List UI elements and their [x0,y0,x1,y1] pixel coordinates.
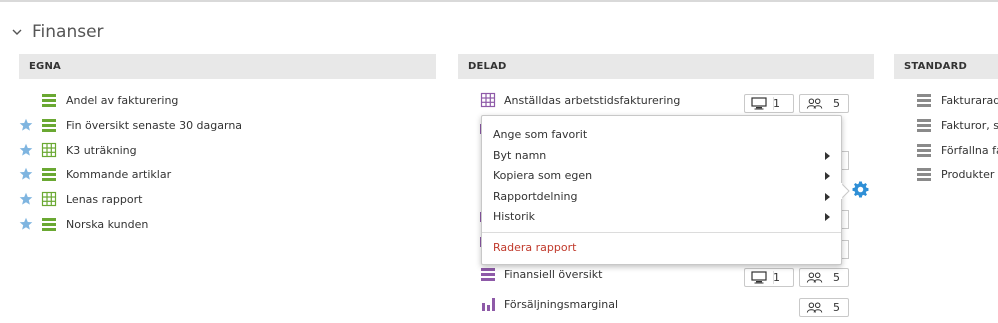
column-header-egna: EGNA [19,54,436,79]
report-item[interactable]: Fakturor, se [894,115,998,135]
star-icon[interactable] [19,217,33,231]
menu-item-label: Rapportdelning [493,190,578,203]
menu-item-history[interactable]: Historik [482,207,841,227]
bars-report-icon [481,268,495,281]
report-label: Förfallna fa [941,143,998,157]
menu-item-label: Kopiera som egen [493,169,593,182]
report-item[interactable]: Kommande artiklar [19,164,436,184]
bars-report-icon [917,168,931,181]
monitor-icon [751,97,767,110]
report-label: Fakturarade [941,93,998,107]
screens-counter[interactable]: 1 [744,94,794,113]
bars-report-icon [42,218,56,231]
counter-divider [773,97,774,110]
users-counter[interactable]: 5 [799,268,849,287]
grid-report-icon [41,142,57,158]
submenu-arrow-icon [825,213,830,221]
report-label: Anställdas arbetstidsfakturering [504,93,681,107]
section-title: Finanser [32,22,104,42]
users-icon [806,272,823,283]
menu-item-label: Historik [493,210,536,223]
star-icon[interactable] [19,167,33,181]
menu-pointer [841,183,850,199]
section-header[interactable]: Finanser [10,20,104,44]
users-count: 5 [833,271,840,284]
users-counter[interactable]: 5 [799,298,849,317]
submenu-arrow-icon [825,152,830,160]
report-label: Norska kunden [66,217,149,231]
users-icon [806,98,823,109]
menu-item-set-favorite[interactable]: Ange som favorit [482,125,841,145]
report-item[interactable]: Produkter [894,164,998,184]
grid-report-icon [41,191,57,207]
grid-report-icon [480,92,496,108]
bars-report-icon [917,144,931,157]
report-item[interactable]: Andel av fakturering [19,90,436,110]
report-item[interactable]: Fakturarade [894,90,998,110]
gear-icon[interactable] [852,181,869,198]
users-icon [806,302,823,313]
top-divider [0,0,998,2]
bars-report-icon [917,119,931,132]
chevron-down-icon[interactable] [10,25,24,39]
report-label: K3 uträkning [66,143,137,157]
report-item[interactable]: Lenas rapport [19,189,436,209]
bars-report-icon [42,94,56,107]
report-item[interactable]: K3 uträkning [19,140,436,160]
counter-divider [773,271,774,284]
star-icon[interactable] [19,192,33,206]
bars-report-icon [42,119,56,132]
context-menu: Ange som favorit Byt namn Kopiera som eg… [481,115,842,265]
submenu-arrow-icon [825,193,830,201]
menu-item-rename[interactable]: Byt namn [482,146,841,166]
menu-item-label: Radera rapport [493,241,577,254]
monitor-icon [751,271,767,284]
star-icon[interactable] [19,143,33,157]
users-counter[interactable]: 5 [799,94,849,113]
report-label: Fin översikt senaste 30 dagarna [66,118,243,132]
star-icon[interactable] [19,118,33,132]
bar-chart-report-icon [482,298,495,311]
report-label: Fakturor, se [941,118,998,132]
screens-counter[interactable]: 1 [744,268,794,287]
menu-item-report-sharing[interactable]: Rapportdelning [482,187,841,207]
menu-item-copy-as-own[interactable]: Kopiera som egen [482,166,841,186]
report-item[interactable]: Fin översikt senaste 30 dagarna [19,115,436,135]
report-label: Försäljningsmarginal [504,297,619,311]
screens-count: 1 [773,97,780,110]
bars-report-icon [917,94,931,107]
bars-report-icon [42,168,56,181]
report-label: Andel av fakturering [66,93,179,107]
report-label: Kommande artiklar [66,167,172,181]
menu-divider [482,232,841,233]
column-header-delad: DELAD [458,54,874,79]
users-count: 5 [833,301,840,314]
report-item[interactable]: Förfallna fa [894,140,998,160]
menu-item-label: Ange som favorit [493,128,588,141]
submenu-arrow-icon [825,172,830,180]
menu-item-label: Byt namn [493,149,547,162]
column-header-standard: STANDARD [894,54,998,79]
menu-item-delete-report[interactable]: Radera rapport [482,238,841,258]
report-label: Lenas rapport [66,192,143,206]
report-label: Finansiell översikt [504,267,603,281]
report-item[interactable]: Norska kunden [19,214,436,234]
screens-count: 1 [773,271,780,284]
report-label: Produkter [941,167,995,181]
users-count: 5 [833,97,840,110]
